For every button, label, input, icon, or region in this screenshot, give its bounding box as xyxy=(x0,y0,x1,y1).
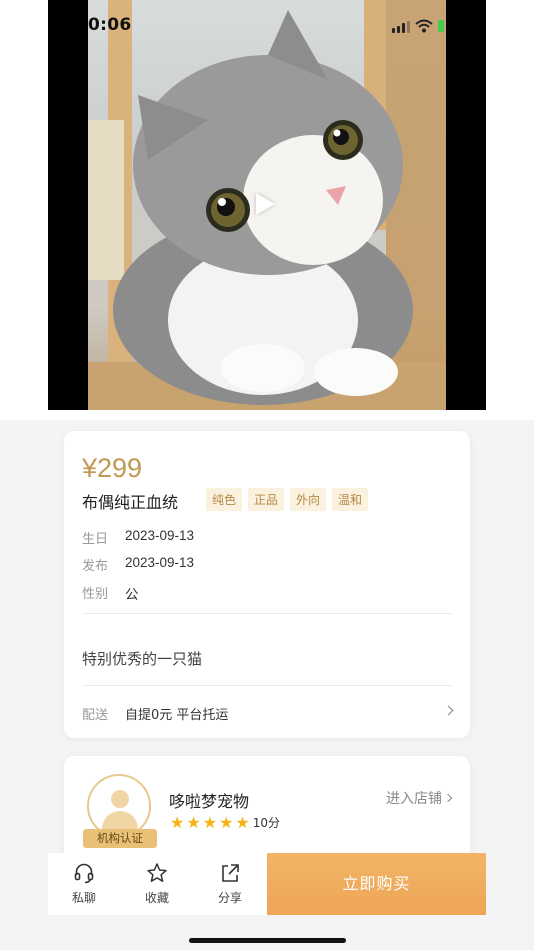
chat-label: 私聊 xyxy=(71,891,96,905)
bottom-action-bar: 私聊 收藏 分享 立即购买 xyxy=(48,853,486,915)
home-indicator[interactable] xyxy=(189,938,346,943)
status-time: 0:06 xyxy=(88,15,132,35)
enter-store-link[interactable]: 进入店铺 xyxy=(386,788,453,808)
share-icon xyxy=(219,862,241,884)
page: 0:06 ¥299 布偶纯正血统 纯色 正品 外向 温和 生日 2023-09-… xyxy=(0,0,534,950)
delivery-value: 自提0元 平台托运 xyxy=(125,708,229,723)
avatar-head xyxy=(111,790,129,808)
enter-store-label: 进入店铺 xyxy=(386,791,442,807)
battery-icon xyxy=(438,20,444,32)
info-value: 公 xyxy=(125,587,139,602)
buy-now-button[interactable]: 立即购买 xyxy=(267,853,486,915)
star-outline-icon xyxy=(146,862,168,884)
signal-icon xyxy=(392,20,410,33)
chevron-right-icon xyxy=(443,705,454,716)
store-name[interactable]: 哆啦梦宠物 xyxy=(169,788,249,812)
star-icon: ★ xyxy=(235,812,250,832)
store-rating: ★ ★ ★ ★ ★ 10分 xyxy=(170,814,280,831)
wifi-icon xyxy=(415,19,433,33)
price: ¥299 xyxy=(82,453,143,483)
store-score: 10分 xyxy=(252,816,280,830)
star-icon: ★ xyxy=(219,812,234,832)
favorite-label: 收藏 xyxy=(144,891,169,905)
star-icon: ★ xyxy=(170,812,185,832)
play-icon[interactable] xyxy=(256,193,275,215)
status-icons xyxy=(392,18,444,34)
product-card: ¥299 布偶纯正血统 纯色 正品 外向 温和 生日 2023-09-13 发布… xyxy=(64,431,470,738)
star-icon: ★ xyxy=(186,812,201,832)
tag: 纯色 xyxy=(206,488,243,511)
info-row-birthday: 生日 2023-09-13 xyxy=(82,528,194,547)
divider xyxy=(82,613,452,614)
tag: 正品 xyxy=(248,488,285,511)
tag: 外向 xyxy=(290,488,327,511)
share-button[interactable]: 分享 xyxy=(200,853,260,915)
share-label: 分享 xyxy=(217,891,242,905)
info-label: 发布 xyxy=(82,559,109,574)
delivery-label: 配送 xyxy=(82,708,109,723)
info-label: 性别 xyxy=(82,587,109,602)
info-row-gender: 性别 公 xyxy=(82,583,139,603)
info-value: 2023-09-13 xyxy=(125,528,195,543)
divider xyxy=(82,685,452,686)
chevron-right-icon xyxy=(443,793,453,803)
certification-badge: 机构认证 xyxy=(83,829,157,848)
tag: 温和 xyxy=(332,488,369,511)
info-value: 2023-09-13 xyxy=(125,555,195,570)
info-row-published: 发布 2023-09-13 xyxy=(82,555,194,574)
product-title: 布偶纯正血统 xyxy=(82,493,179,512)
delivery-row[interactable]: 配送 自提0元 平台托运 xyxy=(82,704,454,723)
star-icon: ★ xyxy=(202,812,218,832)
product-description: 特别优秀的一只猫 xyxy=(82,650,203,668)
info-label: 生日 xyxy=(82,532,109,547)
favorite-button[interactable]: 收藏 xyxy=(127,853,187,915)
tag-list: 纯色 正品 外向 温和 xyxy=(206,488,369,511)
chat-button[interactable]: 私聊 xyxy=(54,853,114,915)
headset-icon xyxy=(73,862,95,884)
